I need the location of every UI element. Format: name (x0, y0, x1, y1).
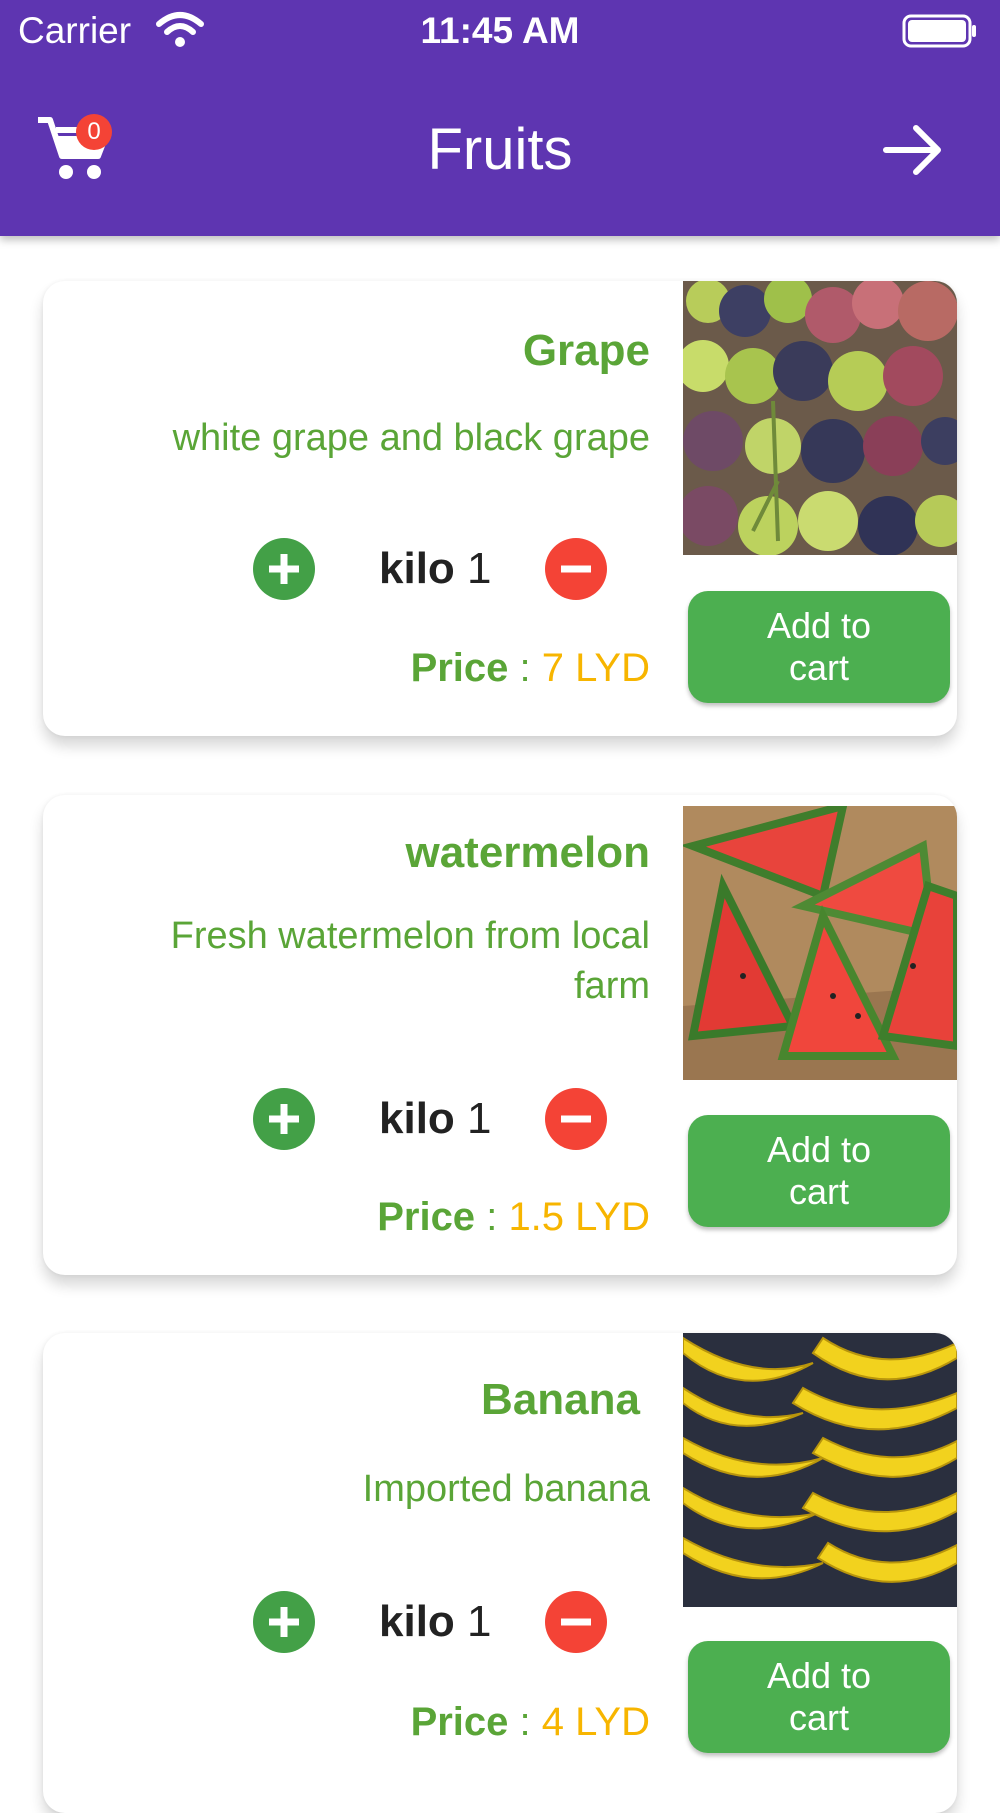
app-header: Carrier 11:45 AM 0 Fruits (0, 0, 1000, 236)
price-line: Price : 4 LYD (411, 1700, 650, 1745)
price-separator: : (519, 646, 531, 690)
product-card-banana: Banana Imported banana kilo 1 Price : 4 … (43, 1333, 957, 1813)
quantity-unit: kilo (379, 544, 455, 593)
price-label: Price (377, 1195, 476, 1239)
add-to-cart-label: Add to cart (766, 1655, 872, 1738)
product-name: watermelon (405, 828, 650, 877)
product-description: white grape and black grape (172, 417, 650, 459)
quantity-display: kilo 1 (379, 544, 492, 594)
clock: 11:45 AM (420, 10, 580, 51)
price-label: Price (410, 646, 509, 690)
decrease-quantity-button[interactable] (545, 538, 607, 600)
quantity-display: kilo 1 (379, 1597, 492, 1647)
banana-image (683, 1333, 957, 1607)
watermelon-image (683, 806, 957, 1080)
quantity-display: kilo 1 (379, 1094, 492, 1144)
quantity-value: 1 (467, 1597, 492, 1646)
price-line: Price : 7 LYD (411, 646, 650, 691)
quantity-value: 1 (467, 1094, 492, 1143)
price-value: 7 LYD (541, 646, 650, 690)
minus-icon (561, 1115, 591, 1123)
status-bar: Carrier 11:45 AM (0, 0, 1000, 62)
quantity-unit: kilo (379, 1597, 455, 1646)
decrease-quantity-button[interactable] (545, 1591, 607, 1653)
product-name: Banana (481, 1375, 640, 1424)
quantity-unit: kilo (379, 1094, 455, 1143)
arrow-right-icon[interactable] (882, 120, 944, 180)
add-to-cart-label: Add to cart (766, 605, 872, 688)
product-card-watermelon: watermelon Fresh watermelon from local f… (43, 795, 957, 1275)
add-to-cart-button[interactable]: Add to cart (688, 1641, 950, 1753)
decrease-quantity-button[interactable] (545, 1088, 607, 1150)
price-separator: : (519, 1700, 531, 1744)
plus-icon (269, 1607, 299, 1637)
price-label: Price (410, 1700, 509, 1744)
quantity-value: 1 (467, 544, 492, 593)
battery-icon (902, 14, 976, 48)
minus-icon (561, 1618, 591, 1626)
price-value: 1.5 LYD (508, 1195, 650, 1239)
product-name: Grape (522, 326, 650, 375)
increase-quantity-button[interactable] (253, 1591, 315, 1653)
price-value: 4 LYD (541, 1700, 650, 1744)
product-card-grape: Grape white grape and black grape kilo 1… (43, 281, 957, 736)
increase-quantity-button[interactable] (253, 1088, 315, 1150)
add-to-cart-label: Add to cart (766, 1129, 872, 1212)
add-to-cart-button[interactable]: Add to cart (688, 591, 950, 703)
increase-quantity-button[interactable] (253, 538, 315, 600)
price-separator: : (486, 1195, 498, 1239)
plus-icon (269, 1104, 299, 1134)
price-line: Price : 1.5 LYD (377, 1195, 650, 1240)
add-to-cart-button[interactable]: Add to cart (688, 1115, 950, 1227)
minus-icon (561, 565, 591, 573)
product-description: Fresh watermelon from local farm (170, 915, 650, 1007)
product-description: Imported banana (362, 1468, 650, 1510)
page-title: Fruits (427, 117, 573, 182)
grape-image (683, 281, 957, 555)
plus-icon (269, 554, 299, 584)
